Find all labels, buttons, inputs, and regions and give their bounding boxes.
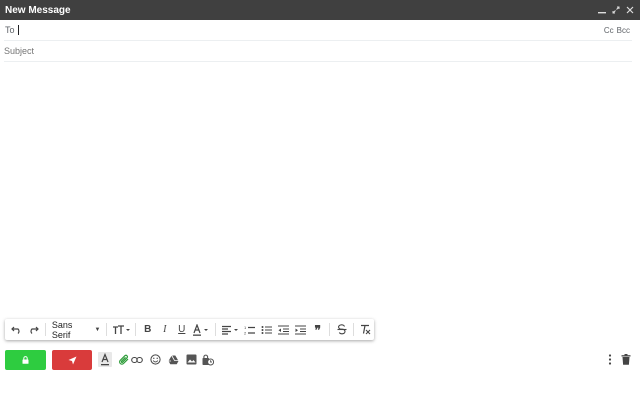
compose-header: New Message bbox=[0, 0, 640, 20]
expand-icon[interactable] bbox=[610, 3, 622, 17]
toolbar-divider bbox=[45, 323, 46, 336]
indent-more-icon[interactable] bbox=[292, 321, 309, 338]
encrypt-lock-button[interactable] bbox=[5, 350, 46, 370]
align-icon[interactable] bbox=[219, 321, 241, 338]
bulleted-list-icon[interactable] bbox=[258, 321, 275, 338]
formatting-options-icon[interactable] bbox=[98, 352, 112, 367]
italic-icon[interactable]: I bbox=[156, 321, 173, 338]
lock-icon bbox=[22, 356, 29, 364]
indent-less-icon[interactable] bbox=[275, 321, 292, 338]
send-button[interactable] bbox=[52, 350, 92, 370]
send-icon bbox=[68, 356, 76, 364]
svg-text:1: 1 bbox=[244, 325, 247, 330]
font-size-icon[interactable] bbox=[110, 321, 132, 338]
discard-draft-icon[interactable] bbox=[619, 352, 633, 367]
quote-icon[interactable]: ❞ bbox=[309, 321, 326, 338]
subject-field[interactable] bbox=[4, 41, 632, 62]
redo-icon[interactable] bbox=[25, 321, 42, 338]
insert-photo-icon[interactable] bbox=[184, 352, 198, 367]
window-controls bbox=[596, 0, 636, 20]
message-body[interactable] bbox=[4, 63, 632, 318]
underline-icon[interactable]: U bbox=[173, 321, 190, 338]
compose-title: New Message bbox=[5, 4, 71, 16]
confidential-mode-icon[interactable] bbox=[201, 352, 215, 367]
font-family-select[interactable]: Sans Serif ▼ bbox=[49, 319, 104, 340]
to-input[interactable] bbox=[18, 22, 632, 38]
cc-link[interactable]: Cc bbox=[604, 26, 614, 35]
emoji-icon[interactable] bbox=[148, 352, 162, 367]
more-options-icon[interactable] bbox=[603, 352, 617, 367]
subject-input[interactable] bbox=[4, 43, 632, 59]
close-icon[interactable] bbox=[624, 3, 636, 17]
text-color-icon[interactable] bbox=[190, 321, 212, 338]
svg-text:2: 2 bbox=[244, 330, 247, 335]
formatting-toolbar: Sans Serif ▼ B I U 12 ❞ bbox=[5, 319, 374, 340]
insert-link-icon[interactable] bbox=[130, 352, 144, 367]
numbered-list-icon[interactable]: 12 bbox=[241, 321, 258, 338]
compose-actions bbox=[0, 348, 640, 372]
to-label: To bbox=[5, 25, 15, 35]
strikethrough-icon[interactable] bbox=[333, 321, 350, 338]
remove-formatting-icon[interactable] bbox=[357, 321, 374, 338]
to-field[interactable]: To Cc Bcc bbox=[4, 20, 632, 41]
bold-icon[interactable]: B bbox=[139, 321, 156, 338]
toolbar-divider bbox=[135, 323, 137, 336]
chevron-down-icon: ▼ bbox=[94, 326, 101, 333]
undo-icon[interactable] bbox=[8, 321, 25, 338]
font-family-value: Sans Serif bbox=[51, 319, 73, 340]
attach-file-icon[interactable] bbox=[117, 352, 131, 367]
google-drive-icon[interactable] bbox=[166, 352, 180, 367]
toolbar-divider bbox=[215, 323, 217, 336]
toolbar-divider bbox=[353, 323, 354, 336]
minimize-icon[interactable] bbox=[596, 3, 608, 17]
toolbar-divider bbox=[329, 323, 331, 336]
bcc-link[interactable]: Bcc bbox=[617, 26, 630, 35]
toolbar-divider bbox=[106, 323, 108, 336]
cc-bcc-links: Cc Bcc bbox=[604, 20, 630, 41]
